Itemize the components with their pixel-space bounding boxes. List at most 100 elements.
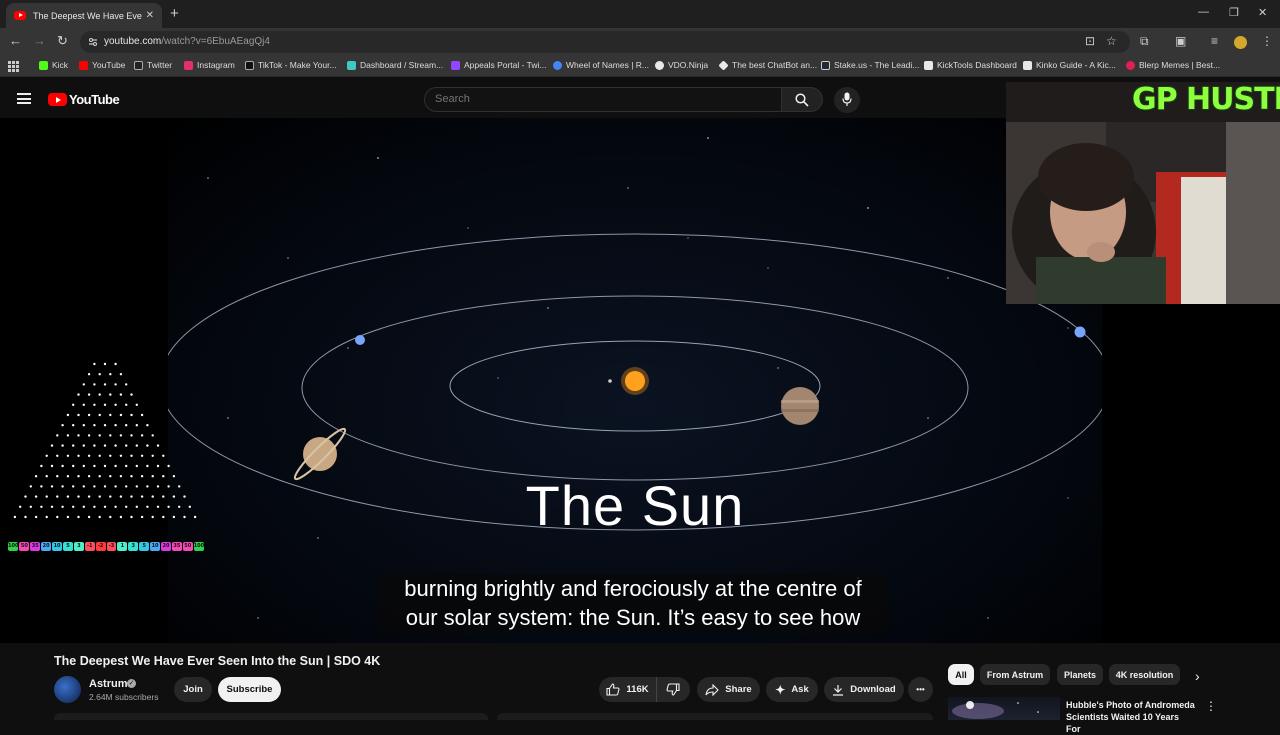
plinko-peg (98, 434, 101, 437)
plinko-peg (82, 383, 86, 386)
join-button[interactable]: Join (174, 677, 212, 702)
comments-box[interactable] (497, 713, 933, 720)
bookmark-star-icon[interactable]: ☆ (1106, 34, 1117, 48)
channel-avatar[interactable] (54, 676, 81, 703)
new-tab-button[interactable]: + (170, 5, 179, 22)
plinko-peg (93, 383, 96, 386)
bookmark-dashboard[interactable]: Dashboard / Stream... (347, 60, 443, 70)
subscriber-count: 2.64M subscribers (89, 692, 159, 702)
chip-4k-resolution[interactable]: 4K resolution (1109, 664, 1180, 685)
bookmark-appeals[interactable]: Appeals Portal - Twi... (451, 60, 547, 70)
plinko-slot: -1 (84, 542, 95, 551)
bookmark-vdo-ninja[interactable]: VDO.Ninja (655, 60, 708, 70)
plinko-peg (125, 464, 128, 468)
plinko-peg (45, 495, 48, 498)
bookmark-kicktools[interactable]: KickTools Dashboard (924, 60, 1017, 70)
plinko-peg (93, 424, 96, 427)
search-input[interactable] (435, 93, 765, 105)
plinko-peg (193, 515, 197, 519)
bookmark-wheel-of-names[interactable]: Wheel of Names | R... (553, 60, 649, 70)
menu-dots-icon[interactable]: ⋮ (1261, 34, 1273, 48)
twitter-icon (134, 60, 143, 70)
bookmark-chatbot[interactable]: The best ChatBot an... (718, 59, 817, 71)
chip-from-astrum[interactable]: From Astrum (980, 664, 1050, 685)
extensions-icon[interactable]: ⧉ (1140, 34, 1149, 49)
chevron-right-icon[interactable]: › (1195, 668, 1200, 684)
plinko-peg (66, 454, 70, 457)
recommendation-thumbnail[interactable] (948, 697, 1060, 720)
youtube-logo[interactable]: YouTube (48, 92, 120, 107)
address-bar[interactable]: youtube.com/watch?v=6EbuAEagQj4 (80, 31, 1130, 53)
minimize-icon[interactable]: — (1198, 6, 1209, 18)
more-actions-button[interactable]: ••• (908, 677, 933, 702)
site-info-icon[interactable] (88, 37, 98, 47)
plinko-slot: 35 (30, 542, 41, 551)
download-button[interactable]: Download (824, 677, 904, 702)
chip-planets[interactable]: Planets (1057, 664, 1103, 685)
plinko-peg (162, 495, 165, 498)
plinko-peg (146, 485, 149, 488)
bookmark-blerp[interactable]: Blerp Memes | Best... (1126, 60, 1220, 70)
plinko-peg (77, 495, 80, 498)
plinko-peg (29, 505, 32, 508)
media-icon[interactable]: ▣ (1175, 34, 1186, 48)
like-button[interactable]: 116K (599, 677, 657, 702)
subscribe-button[interactable]: Subscribe (218, 677, 281, 702)
bookmark-youtube[interactable]: YouTube (79, 60, 125, 70)
plinko-peg (93, 505, 96, 508)
plinko-peg (172, 495, 176, 498)
plinko-peg (146, 444, 149, 447)
plinko-peg (77, 434, 80, 437)
share-button[interactable]: Share (697, 677, 760, 702)
search-box[interactable] (424, 87, 782, 112)
install-app-icon[interactable]: ⊡ (1085, 34, 1095, 48)
plinko-peg (183, 515, 186, 519)
bookmark-twitter[interactable]: Twitter (134, 60, 172, 70)
back-icon[interactable]: ← (9, 33, 22, 48)
browser-tab[interactable]: The Deepest We Have Ever See ✕ (6, 3, 162, 28)
plinko-peg (167, 485, 170, 488)
closed-captions: burning brightly and ferociously at the … (378, 574, 888, 632)
chip-all[interactable]: All (948, 664, 974, 685)
plinko-peg (34, 495, 38, 498)
plinko-peg (103, 424, 107, 427)
plinko-peg (183, 495, 186, 498)
plinko-peg (156, 505, 160, 508)
plinko-peg (140, 434, 144, 437)
plinko-slot: 100 (8, 542, 19, 551)
plinko-peg (119, 475, 123, 478)
plinko-peg (151, 515, 154, 519)
hamburger-menu-icon[interactable] (17, 93, 31, 104)
close-window-icon[interactable]: ✕ (1258, 6, 1267, 19)
plinko-peg (66, 434, 70, 437)
plinko-peg (151, 434, 154, 437)
recommendation-title[interactable]: Hubble's Photo of Andromeda Scientists W… (1066, 699, 1196, 735)
dislike-button[interactable] (657, 677, 690, 702)
plinko-peg (77, 475, 80, 478)
profile-avatar[interactable] (1234, 36, 1247, 49)
plinko-peg (66, 495, 70, 498)
restore-icon[interactable]: ❐ (1229, 6, 1239, 19)
tab-close-icon[interactable]: ✕ (146, 10, 154, 21)
stake-icon (821, 60, 830, 70)
browser-toolbar: ← → ↻ youtube.com/watch?v=6EbuAEagQj4 ⊡ … (0, 28, 1280, 56)
bookmark-tiktok[interactable]: TikTok - Make Your... (245, 60, 337, 70)
plinko-peg (114, 505, 117, 508)
forward-icon[interactable]: → (33, 33, 46, 48)
bookmark-kinko[interactable]: Kinko Guide - A Kic... (1023, 60, 1116, 70)
description-box[interactable] (54, 713, 488, 720)
reload-icon[interactable]: ↻ (57, 33, 68, 49)
queue-icon[interactable]: ≡ (1211, 34, 1218, 48)
ask-button[interactable]: ✦ Ask (766, 677, 818, 702)
bookmark-kick[interactable]: Kick (39, 60, 68, 70)
search-button[interactable] (781, 87, 823, 112)
bookmark-instagram[interactable]: Instagram (184, 60, 235, 70)
plinko-peg (34, 475, 38, 478)
voice-search-button[interactable] (834, 87, 860, 113)
recommendation-more-icon[interactable]: ⋮ (1205, 699, 1217, 713)
dashboard-icon (347, 60, 356, 70)
channel-name[interactable]: Astrum (89, 678, 128, 690)
bookmark-stake[interactable]: Stake.us - The Leadi... (821, 60, 919, 70)
plinko-peg (50, 444, 54, 447)
apps-grid-icon[interactable] (8, 61, 19, 72)
